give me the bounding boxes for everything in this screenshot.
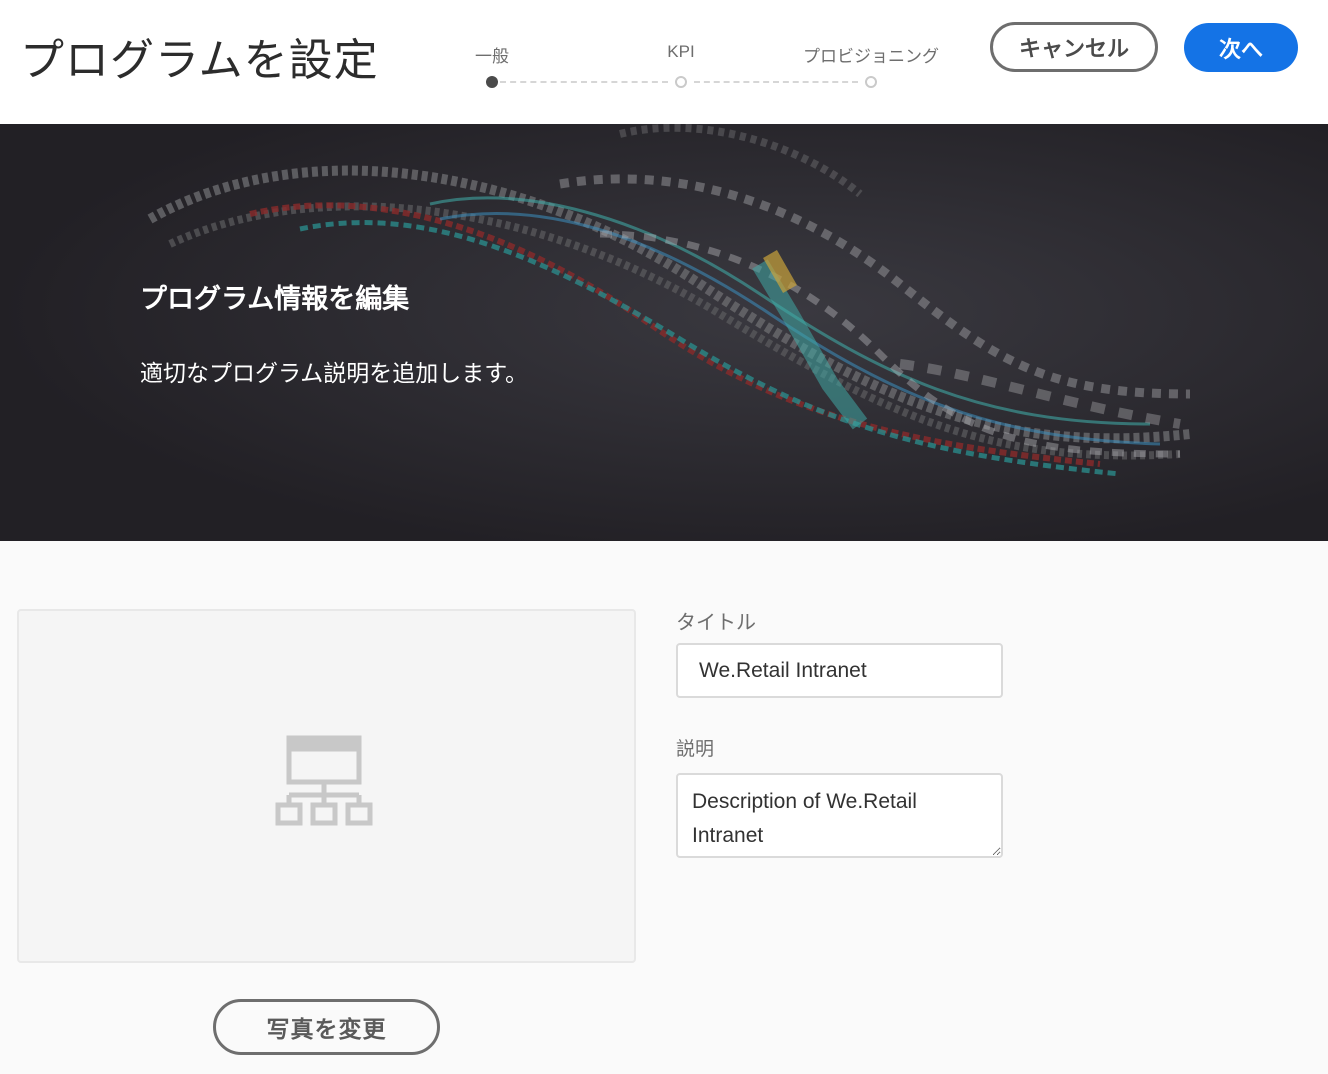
program-thumbnail bbox=[17, 609, 636, 963]
hero-banner: プログラム情報を編集 適切なプログラム説明を追加します。 bbox=[0, 124, 1328, 541]
page-title: プログラムを設定 bbox=[20, 35, 379, 86]
cancel-button[interactable]: キャンセル bbox=[990, 22, 1158, 72]
step-dot-general[interactable] bbox=[486, 76, 498, 88]
step-label-provisioning: プロビジョニング bbox=[803, 47, 939, 66]
banner-background-graphic bbox=[0, 124, 1328, 541]
step-label-kpi: KPI bbox=[667, 42, 695, 61]
banner-title: プログラム情報を編集 bbox=[140, 284, 410, 315]
description-field-label: 説明 bbox=[676, 738, 715, 760]
step-connector bbox=[694, 81, 858, 83]
description-textarea[interactable]: Description of We.Retail Intranet bbox=[676, 773, 1003, 858]
next-button[interactable]: 次へ bbox=[1184, 23, 1298, 72]
step-connector bbox=[500, 81, 668, 83]
title-input[interactable] bbox=[676, 643, 1003, 698]
step-dot-provisioning[interactable] bbox=[865, 76, 877, 88]
header-bar: プログラムを設定 一般 KPI プロビジョニング キャンセル 次へ bbox=[0, 0, 1328, 124]
change-photo-button[interactable]: 写真を変更 bbox=[213, 999, 440, 1055]
step-dot-kpi[interactable] bbox=[675, 76, 687, 88]
sitemap-icon bbox=[275, 735, 373, 826]
banner-subtitle: 適切なプログラム説明を追加します。 bbox=[140, 361, 529, 387]
title-field-label: タイトル bbox=[676, 610, 756, 634]
step-label-general: 一般 bbox=[475, 47, 509, 66]
wizard-stepper: 一般 KPI プロビジョニング bbox=[440, 30, 960, 100]
